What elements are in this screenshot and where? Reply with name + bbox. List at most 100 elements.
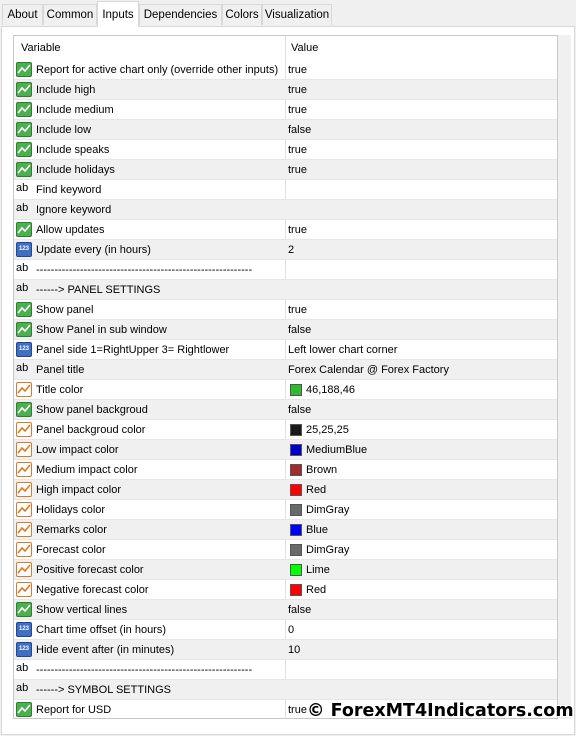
- tab-dependencies[interactable]: Dependencies: [139, 4, 222, 25]
- value-field[interactable]: true: [288, 80, 307, 100]
- value-field[interactable]: false: [288, 320, 311, 340]
- color-swatch[interactable]: [290, 464, 302, 476]
- value-field[interactable]: 0: [288, 620, 294, 640]
- color-param-icon: [16, 482, 32, 497]
- value-field[interactable]: true: [288, 60, 307, 80]
- table-row[interactable]: Report for active chart only (override o…: [14, 60, 557, 80]
- table-row[interactable]: Positive forecast color Lime: [14, 560, 557, 580]
- table-row[interactable]: Include high true: [14, 80, 557, 100]
- value-field[interactable]: true: [288, 220, 307, 240]
- value-field[interactable]: true: [288, 160, 307, 180]
- table-row[interactable]: Low impact color MediumBlue: [14, 440, 557, 460]
- variable-column-header[interactable]: Variable: [21, 36, 61, 60]
- variable-name: ----------------------------------------…: [36, 664, 253, 676]
- table-row[interactable]: Title color 46,188,46: [14, 380, 557, 400]
- value-field[interactable]: false: [288, 600, 311, 620]
- type-label: ab: [16, 662, 29, 674]
- table-row[interactable]: ab ------> SYMBOL SETTINGS: [14, 680, 557, 700]
- color-swatch[interactable]: [290, 504, 302, 516]
- value-field[interactable]: true: [288, 300, 307, 320]
- table-row[interactable]: Include speaks true: [14, 140, 557, 160]
- value-field[interactable]: Forex Calendar @ Forex Factory: [288, 360, 449, 380]
- value-field[interactable]: true: [288, 700, 307, 718]
- value-field[interactable]: Brown: [306, 460, 337, 480]
- bool-param-icon: [16, 142, 32, 157]
- value-field[interactable]: Red: [306, 580, 326, 600]
- table-row[interactable]: 123 Panel side 1=RightUpper 3= Rightlower…: [14, 340, 557, 360]
- value-field[interactable]: MediumBlue: [306, 440, 367, 460]
- table-row[interactable]: Include holidays true: [14, 160, 557, 180]
- table-row[interactable]: Show panel backgroud false: [14, 400, 557, 420]
- table-row[interactable]: Panel backgroud color 25,25,25: [14, 420, 557, 440]
- value-field[interactable]: DimGray: [306, 500, 349, 520]
- value-field[interactable]: 25,25,25: [306, 420, 349, 440]
- value-field[interactable]: 2: [288, 240, 294, 260]
- value-field[interactable]: DimGray: [306, 540, 349, 560]
- tab-common[interactable]: Common: [43, 4, 97, 25]
- type-label: ab: [16, 182, 29, 194]
- value-field[interactable]: Lime: [306, 560, 330, 580]
- type-label: 123: [18, 246, 29, 252]
- table-row[interactable]: Include low false: [14, 120, 557, 140]
- table-row[interactable]: Remarks color Blue: [14, 520, 557, 540]
- color-swatch[interactable]: [290, 384, 302, 396]
- variable-name: ----------------------------------------…: [36, 264, 253, 276]
- table-row[interactable]: Allow updates true: [14, 220, 557, 240]
- value-field[interactable]: true: [288, 100, 307, 120]
- table-row[interactable]: Show Panel in sub window false: [14, 320, 557, 340]
- table-row[interactable]: ab Ignore keyword: [14, 200, 557, 220]
- type-label: ab: [16, 282, 29, 294]
- table-row[interactable]: Show panel true: [14, 300, 557, 320]
- value-field[interactable]: 46,188,46: [306, 380, 355, 400]
- string-param-icon: ab: [16, 362, 32, 377]
- watermark-text: © ForexMT4Indicators.com: [307, 701, 574, 721]
- value-column-header[interactable]: Value: [291, 36, 318, 60]
- tab-colors[interactable]: Colors: [222, 4, 262, 25]
- table-row[interactable]: 123 Hide event after (in minutes) 10: [14, 640, 557, 660]
- value-field[interactable]: Red: [306, 480, 326, 500]
- color-swatch[interactable]: [290, 564, 302, 576]
- value-field[interactable]: true: [288, 140, 307, 160]
- variable-name: Update every (in hours): [36, 244, 151, 256]
- string-param-icon: ab: [16, 282, 32, 297]
- table-row[interactable]: Medium impact color Brown: [14, 460, 557, 480]
- tab-visualization[interactable]: Visualization: [262, 4, 332, 25]
- variable-name: Report for USD: [36, 704, 112, 716]
- value-field[interactable]: false: [288, 400, 311, 420]
- table-row[interactable]: ab --------------------------------------…: [14, 260, 557, 280]
- color-swatch[interactable]: [290, 544, 302, 556]
- int-param-icon: 123: [16, 342, 32, 357]
- color-param-icon: [16, 522, 32, 537]
- table-row[interactable]: 123 Update every (in hours) 2: [14, 240, 557, 260]
- table-row[interactable]: Forecast color DimGray: [14, 540, 557, 560]
- table-row[interactable]: Show vertical lines false: [14, 600, 557, 620]
- bool-param-icon: [16, 322, 32, 337]
- color-swatch[interactable]: [290, 444, 302, 456]
- table-row[interactable]: Holidays color DimGray: [14, 500, 557, 520]
- tab-inputs[interactable]: Inputs: [97, 1, 139, 27]
- value-field[interactable]: Left lower chart corner: [288, 340, 397, 360]
- color-swatch[interactable]: [290, 524, 302, 536]
- table-row[interactable]: ab ------> PANEL SETTINGS: [14, 280, 557, 300]
- table-row[interactable]: ab Panel title Forex Calendar @ Forex Fact…: [14, 360, 557, 380]
- color-param-icon: [16, 582, 32, 597]
- table-row[interactable]: ab Find keyword: [14, 180, 557, 200]
- color-swatch[interactable]: [290, 424, 302, 436]
- value-field[interactable]: false: [288, 120, 311, 140]
- table-row[interactable]: High impact color Red: [14, 480, 557, 500]
- tab-about[interactable]: About: [2, 4, 43, 25]
- table-row[interactable]: ab --------------------------------------…: [14, 660, 557, 680]
- color-swatch[interactable]: [290, 584, 302, 596]
- variable-name: Chart time offset (in hours): [36, 624, 167, 636]
- color-swatch[interactable]: [290, 484, 302, 496]
- table-row[interactable]: Include medium true: [14, 100, 557, 120]
- type-label: ab: [16, 202, 29, 214]
- tab-bar: About Common Inputs Dependencies Colors …: [0, 0, 576, 27]
- value-field[interactable]: 10: [288, 640, 300, 660]
- value-field[interactable]: Blue: [306, 520, 328, 540]
- variable-name: Panel backgroud color: [36, 424, 146, 436]
- inputs-grid: Variable Value Report for active chart o…: [13, 35, 558, 719]
- table-row[interactable]: 123 Chart time offset (in hours) 0: [14, 620, 557, 640]
- table-row[interactable]: Negative forecast color Red: [14, 580, 557, 600]
- vertical-scrollbar[interactable]: [558, 35, 571, 719]
